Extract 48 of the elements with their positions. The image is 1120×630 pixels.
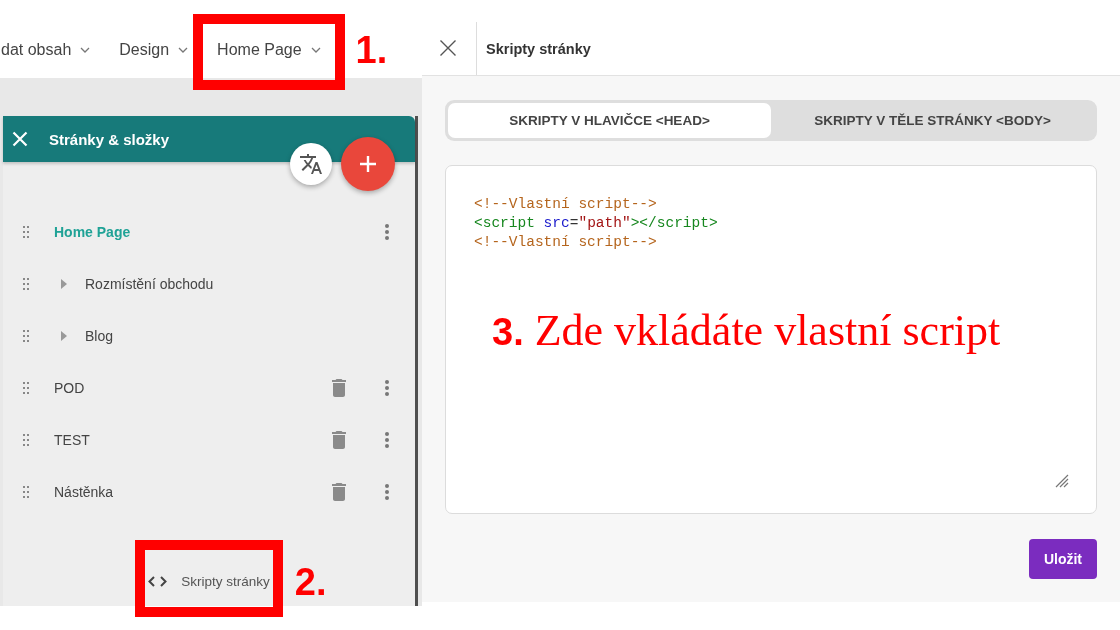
close-icon — [12, 131, 28, 147]
resize-grip-icon[interactable] — [1055, 474, 1069, 488]
panel-title: Stránky & složky — [49, 130, 170, 148]
code-line: <!--Vlastní script--> — [474, 233, 657, 252]
trash-icon[interactable] — [332, 483, 346, 501]
page-name[interactable]: Blog — [85, 328, 114, 344]
annotation-number: 1. — [355, 30, 388, 70]
code-editor[interactable]: <!--Vlastní script--> <script src="path"></script> <!--Vlastní script--> 3. Zde vkládáte vlastní script — [445, 165, 1097, 514]
chevron-down-icon — [80, 47, 91, 53]
page-name[interactable]: TEST — [54, 432, 90, 448]
add-button[interactable] — [341, 137, 395, 191]
chevron-down-icon — [310, 47, 321, 53]
page-name[interactable]: Rozmístění obchodu — [85, 276, 214, 292]
page-name[interactable]: Nástěnka — [54, 484, 114, 500]
close-icon — [440, 39, 456, 56]
drag-handle-icon[interactable] — [23, 382, 29, 394]
annotation-number: 2. — [294, 562, 327, 602]
code-line: <!--Vlastní script--> — [474, 195, 657, 214]
tab[interactable]: SKRIPTY V TĚLE STRÁNKY <BODY> — [771, 103, 1094, 138]
drag-handle-icon[interactable] — [23, 330, 29, 342]
drag-handle-icon[interactable] — [23, 434, 29, 446]
plus-icon — [360, 156, 376, 172]
code-icon — [148, 576, 168, 587]
panel-title: Skripty stránky — [486, 40, 591, 57]
page-name[interactable]: POD — [54, 380, 85, 396]
more-vertical-icon[interactable] — [385, 224, 389, 240]
drag-handle-icon[interactable] — [23, 486, 29, 498]
code-line: <script src="path"></script> — [474, 214, 718, 233]
more-vertical-icon[interactable] — [385, 380, 389, 396]
translate-button[interactable] — [290, 143, 332, 185]
nav-menu-item[interactable]: Home Page — [217, 40, 321, 60]
save-button[interactable]: Uložit — [1028, 539, 1097, 579]
tab[interactable]: SKRIPTY V HLAVIČCE <HEAD> — [448, 103, 771, 138]
caret-right-icon[interactable] — [61, 331, 67, 341]
translate-icon — [300, 154, 322, 174]
drag-handle-icon[interactable] — [23, 226, 29, 238]
scripts-link[interactable]: Skripty stránky — [148, 573, 270, 590]
nav-menu-item[interactable]: Design — [119, 40, 189, 60]
trash-icon[interactable] — [332, 379, 346, 397]
trash-icon[interactable] — [332, 431, 346, 449]
close-button[interactable] — [12, 131, 28, 147]
more-vertical-icon[interactable] — [385, 484, 389, 500]
drag-handle-icon[interactable] — [23, 278, 29, 290]
annotation-text: 3. Zde vkládáte vlastní script — [492, 307, 1001, 356]
more-vertical-icon[interactable] — [385, 432, 389, 448]
caret-right-icon[interactable] — [61, 279, 67, 289]
nav-menu-item[interactable]: dat obsah — [1, 40, 91, 60]
chevron-down-icon — [178, 47, 189, 53]
